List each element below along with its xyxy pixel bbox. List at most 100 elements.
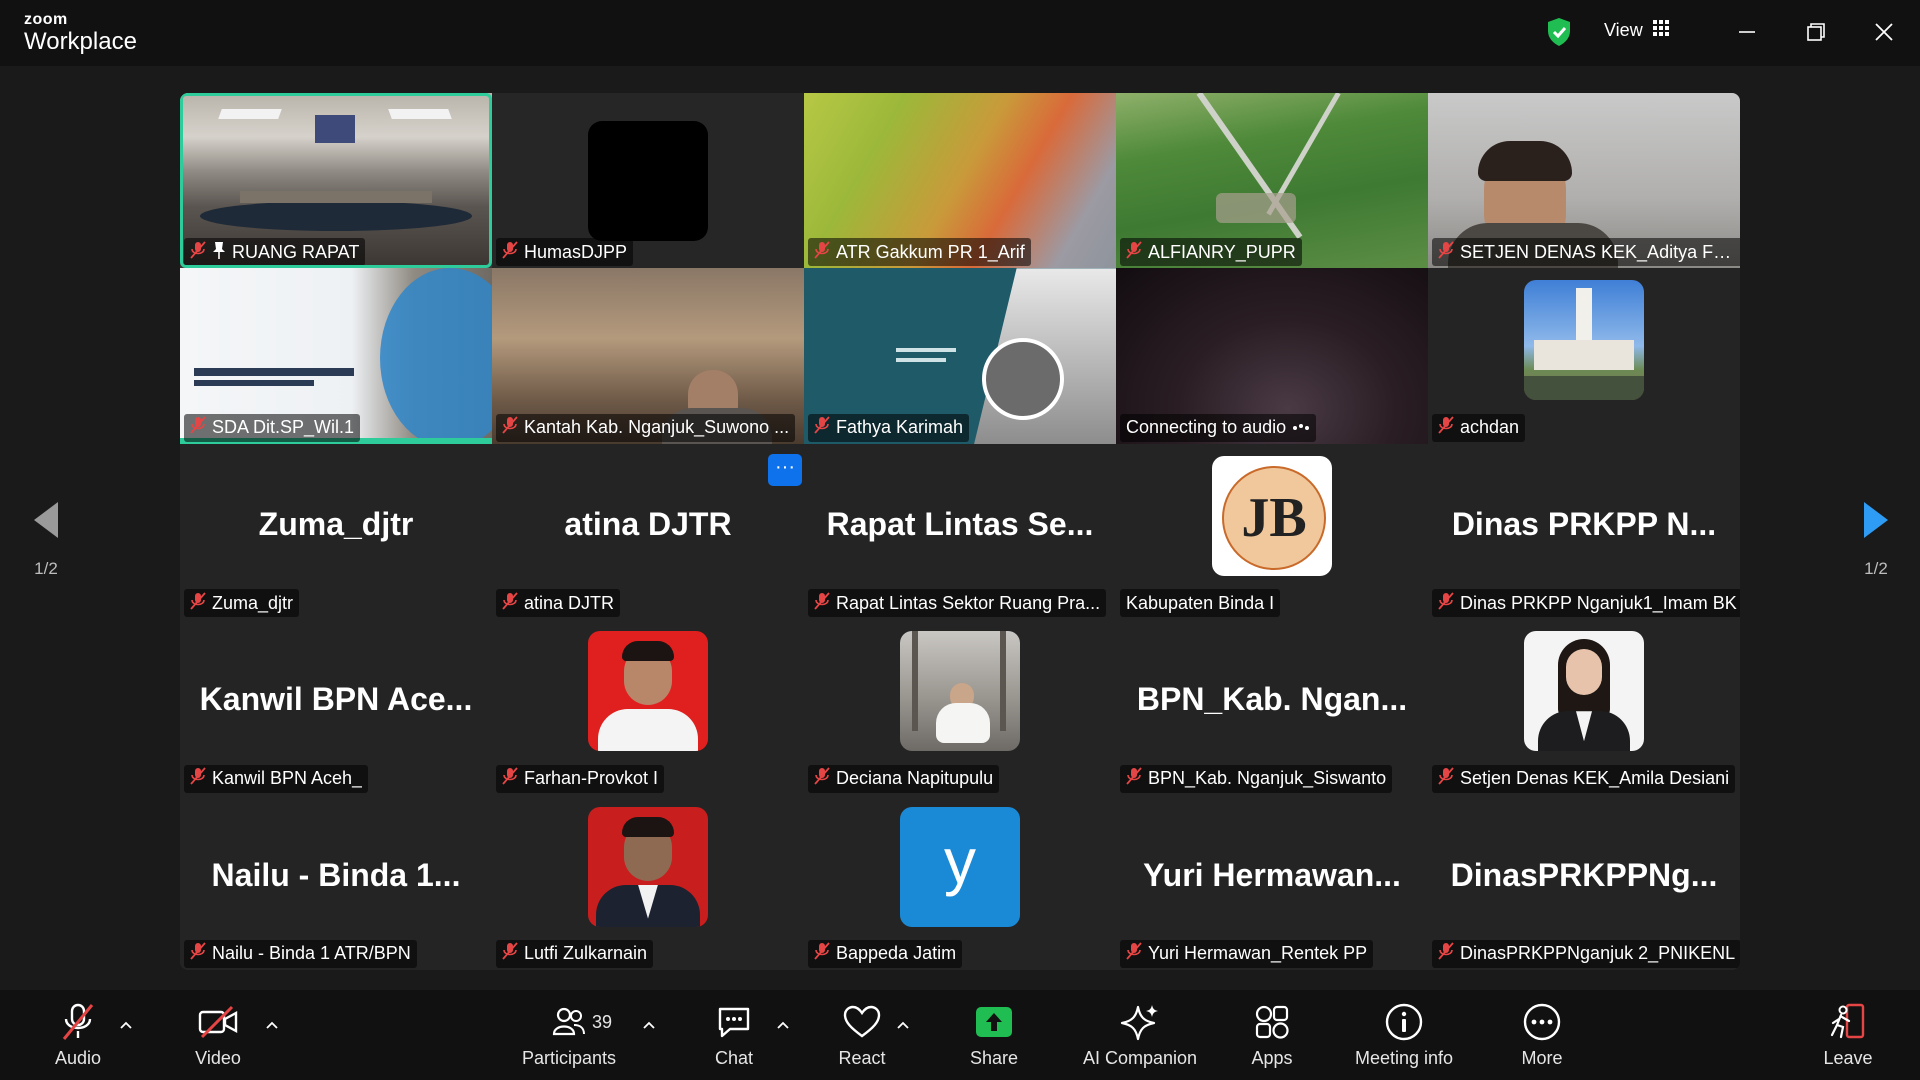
nameplate: Nailu - Binda 1 ATR/BPN — [184, 939, 417, 968]
participant-name: SETJEN DENAS KEK_Aditya Fak... — [1460, 241, 1738, 262]
share-button[interactable]: Share — [962, 1002, 1026, 1076]
tile-rapat-lintas[interactable]: Rapat Lintas Se... Rapat Lintas Sektor R… — [804, 443, 1116, 620]
tile-setjen-amila[interactable]: Setjen Denas KEK_Amila Desiani — [1428, 619, 1740, 795]
arrow-left-icon — [34, 502, 58, 538]
video-options-caret[interactable] — [263, 1016, 281, 1034]
tile-ruang-rapat[interactable]: RUANG RAPAT — [180, 93, 492, 269]
tile-dinas-prkpp-2[interactable]: DinasPRKPPNg... DinasPRKPPNganjuk 2_PNIK… — [1428, 794, 1740, 970]
avatar — [588, 806, 708, 927]
tile-connecting[interactable]: Connecting to audio — [1116, 268, 1428, 444]
chat-button[interactable]: Chat — [702, 1002, 766, 1076]
mic-muted-icon — [190, 416, 206, 439]
chat-options-caret[interactable] — [774, 1016, 792, 1034]
meeting-info-button[interactable]: Meeting info — [1342, 1002, 1466, 1076]
ai-companion-button[interactable]: AI Companion — [1080, 1002, 1200, 1076]
tile-farhan[interactable]: Farhan-Provkot I — [492, 619, 804, 795]
mic-muted-icon — [1438, 592, 1454, 615]
tile-atina[interactable]: atina DJTR atina DJTR — [492, 443, 804, 620]
apps-button[interactable]: Apps — [1240, 1002, 1304, 1076]
avatar: JB — [1212, 455, 1332, 576]
prev-page-button[interactable]: 1/2 — [16, 500, 76, 579]
tile-sda-ditsp[interactable]: SDA Dit.SP_Wil.1 — [180, 268, 492, 444]
audio-options-caret[interactable] — [117, 1016, 135, 1034]
pin-icon — [212, 241, 226, 264]
tile-achdan[interactable]: achdan — [1428, 268, 1740, 444]
participant-name: Kantah Kab. Nganjuk_Suwono ... — [524, 417, 790, 438]
nameplate: Farhan-Provkot I — [496, 764, 665, 793]
video-label: Video — [195, 1048, 241, 1068]
participant-bigname: Nailu - Binda 1... — [211, 856, 461, 893]
participant-name: achdan — [1460, 417, 1520, 438]
mic-muted-icon — [502, 416, 518, 439]
tile-setjen-aditya[interactable]: SETJEN DENAS KEK_Aditya Fak... — [1428, 93, 1740, 269]
view-button[interactable]: View — [1604, 20, 1669, 41]
apps-label: Apps — [1251, 1048, 1293, 1068]
tile-humasdjpp[interactable]: HumasDJPP — [492, 93, 804, 269]
mic-muted-icon — [502, 241, 518, 264]
tile-kabupaten-binda[interactable]: JB Kabupaten Binda I — [1116, 443, 1428, 620]
audio-button[interactable]: Audio — [46, 1002, 110, 1076]
participant-bigname: Dinas PRKPP N... — [1451, 505, 1717, 542]
tile-kantah-nganjuk[interactable]: Kantah Kab. Nganjuk_Suwono ... — [492, 268, 804, 444]
tile-kanwil-bpn[interactable]: Kanwil BPN Ace... Kanwil BPN Aceh_ — [180, 619, 492, 795]
tile-bpn-kab-nganjuk[interactable]: BPN_Kab. Ngan... BPN_Kab. Nganjuk_Siswan… — [1116, 619, 1428, 795]
react-options-caret[interactable] — [894, 1016, 912, 1034]
nameplate: Deciana Napitupulu — [808, 764, 1000, 793]
participant-name: Farhan-Provkot I — [524, 768, 659, 789]
participant-name: ALFIANRY_PUPR — [1148, 241, 1296, 262]
tile-deciana[interactable]: Deciana Napitupulu — [804, 619, 1116, 795]
avatar — [1524, 631, 1644, 752]
mic-muted-icon — [1126, 942, 1142, 965]
nameplate: Lutfi Zulkarnain — [496, 939, 654, 968]
avatar — [1524, 280, 1644, 401]
tile-bappeda-jatim[interactable]: y Bappeda Jatim — [804, 794, 1116, 970]
participant-name: Deciana Napitupulu — [836, 768, 994, 789]
loading-dots-icon — [1292, 417, 1310, 438]
participant-bigname: atina DJTR — [564, 505, 732, 542]
minimize-button[interactable] — [1729, 14, 1765, 50]
participants-count: 39 — [592, 1012, 613, 1032]
tile-nailu[interactable]: Nailu - Binda 1... Nailu - Binda 1 ATR/B… — [180, 794, 492, 970]
share-label: Share — [969, 1048, 1019, 1068]
nameplate: SDA Dit.SP_Wil.1 — [184, 413, 361, 442]
leave-button[interactable]: Leave — [1816, 1002, 1880, 1076]
nameplate: DinasPRKPPNganjuk 2_PNIKENL — [1432, 939, 1740, 968]
tile-atr-gakkum[interactable]: ATR Gakkum PR 1_Arif — [804, 93, 1116, 269]
participant-name: Rapat Lintas Sektor Ruang Pra... — [836, 592, 1101, 613]
mic-muted-icon — [1126, 241, 1142, 264]
tile-more-options-button[interactable]: ··· — [768, 454, 802, 486]
more-button[interactable]: More — [1510, 1002, 1574, 1076]
tile-dinas-prkpp-1[interactable]: Dinas PRKPP N... Dinas PRKPP Nganjuk1_Im… — [1428, 443, 1740, 620]
close-button[interactable] — [1866, 14, 1902, 50]
participants-label: Participants — [521, 1048, 617, 1068]
brand-small: zoom — [24, 11, 68, 28]
tile-yuri[interactable]: Yuri Hermawan... Yuri Hermawan_Rentek PP — [1116, 794, 1428, 970]
nameplate: achdan — [1432, 413, 1526, 442]
avatar-letter: y — [944, 824, 976, 897]
participant-name: Fathya Karimah — [836, 417, 964, 438]
participants-options-caret[interactable] — [640, 1016, 658, 1034]
grid-icon — [1652, 20, 1669, 41]
title-bar: zoom Workplace View — [0, 0, 1920, 66]
apps-icon — [1254, 1002, 1290, 1042]
encryption-shield-icon[interactable] — [1546, 17, 1572, 52]
tile-zuma[interactable]: Zuma_djtr Zuma_djtr — [180, 443, 492, 620]
react-button[interactable]: React — [830, 1002, 894, 1076]
nameplate: Dinas PRKPP Nganjuk1_Imam BK — [1432, 589, 1740, 618]
video-button[interactable]: Video — [186, 1002, 250, 1076]
tile-lutfi[interactable]: Lutfi Zulkarnain — [492, 794, 804, 970]
next-page-button[interactable]: 1/2 — [1846, 500, 1906, 579]
nameplate: Bappeda Jatim — [808, 939, 963, 968]
participant-bigname: Kanwil BPN Ace... — [199, 681, 473, 718]
heart-icon — [843, 1002, 881, 1042]
tile-alfianry[interactable]: ALFIANRY_PUPR — [1116, 93, 1428, 269]
audio-label: Audio — [54, 1048, 102, 1068]
participant-bigname: Rapat Lintas Se... — [826, 505, 1094, 542]
restore-button[interactable] — [1798, 14, 1834, 50]
nameplate: Kabupaten Binda I — [1120, 589, 1281, 618]
tile-fathya[interactable]: Fathya Karimah — [804, 268, 1116, 444]
participant-name: DinasPRKPPNganjuk 2_PNIKENL — [1460, 943, 1736, 964]
participant-name: BPN_Kab. Nganjuk_Siswanto — [1148, 768, 1387, 789]
nameplate: Yuri Hermawan_Rentek PP — [1120, 939, 1374, 968]
sparkle-icon — [1120, 1002, 1160, 1042]
